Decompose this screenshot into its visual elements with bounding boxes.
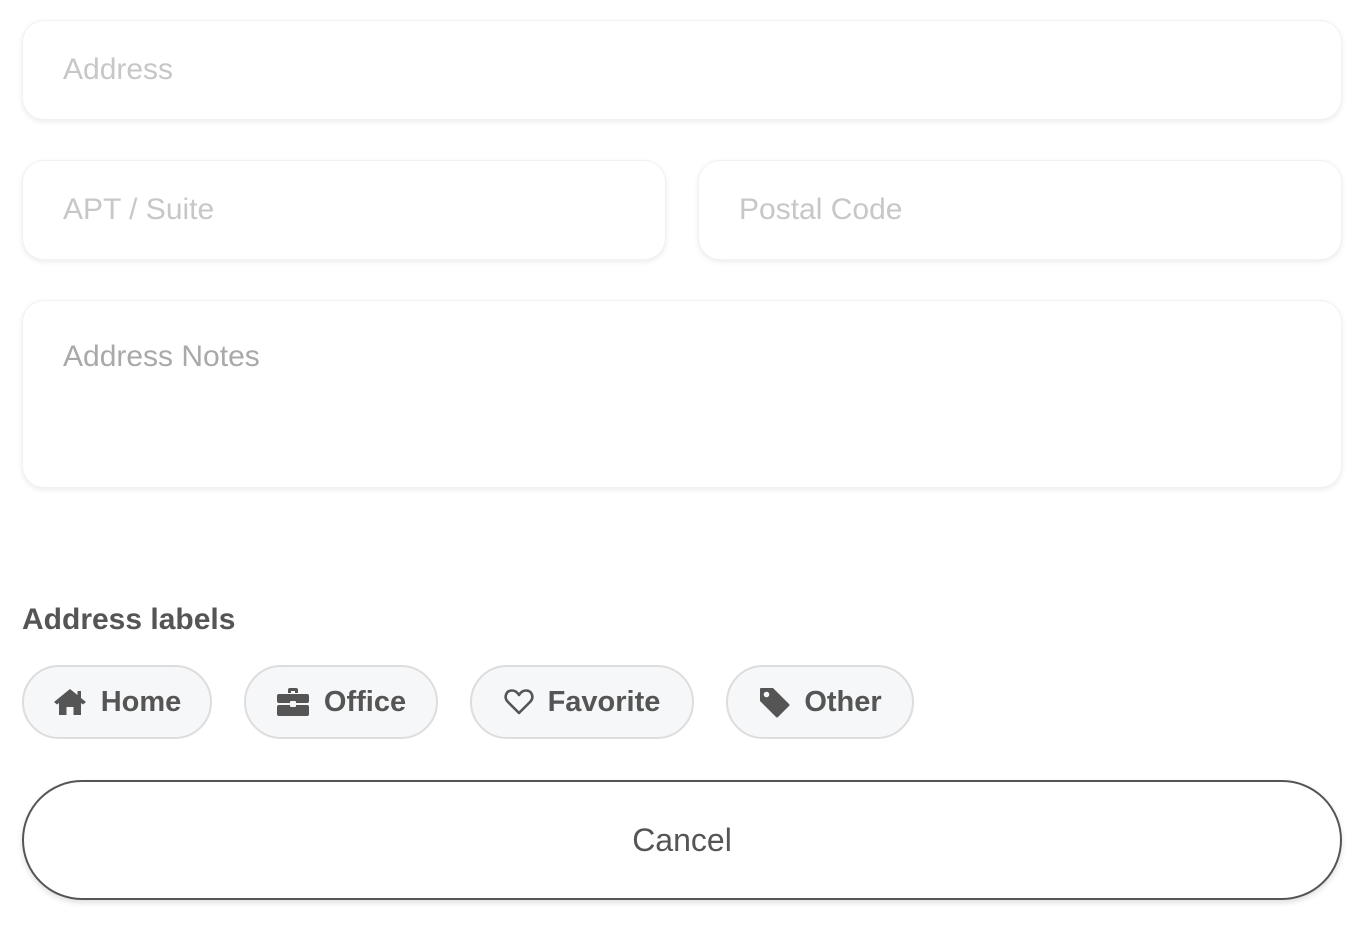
heart-icon bbox=[503, 688, 534, 716]
apt-suite-input[interactable] bbox=[23, 161, 665, 259]
home-icon bbox=[53, 687, 87, 717]
label-chip-text: Office bbox=[323, 685, 407, 718]
label-chip-text: Favorite bbox=[547, 685, 661, 718]
cancel-button[interactable]: Cancel bbox=[22, 780, 1342, 900]
address-field[interactable] bbox=[22, 20, 1342, 120]
address-input[interactable] bbox=[23, 21, 1341, 119]
address-notes-field[interactable] bbox=[22, 300, 1342, 488]
postal-code-input[interactable] bbox=[699, 161, 1341, 259]
postal-code-field[interactable] bbox=[698, 160, 1342, 260]
label-chip-office[interactable]: Office bbox=[244, 665, 438, 739]
label-chip-other[interactable]: Other bbox=[726, 665, 914, 739]
label-chip-text: Other bbox=[804, 685, 882, 718]
apt-suite-field[interactable] bbox=[22, 160, 666, 260]
address-labels-heading: Address labels bbox=[22, 603, 236, 636]
address-notes-input[interactable] bbox=[23, 301, 1341, 487]
label-chip-favorite[interactable]: Favorite bbox=[470, 665, 694, 739]
briefcase-icon bbox=[276, 687, 310, 717]
label-chip-home[interactable]: Home bbox=[22, 665, 212, 739]
tag-icon bbox=[758, 686, 790, 718]
label-chip-text: Home bbox=[100, 685, 182, 718]
